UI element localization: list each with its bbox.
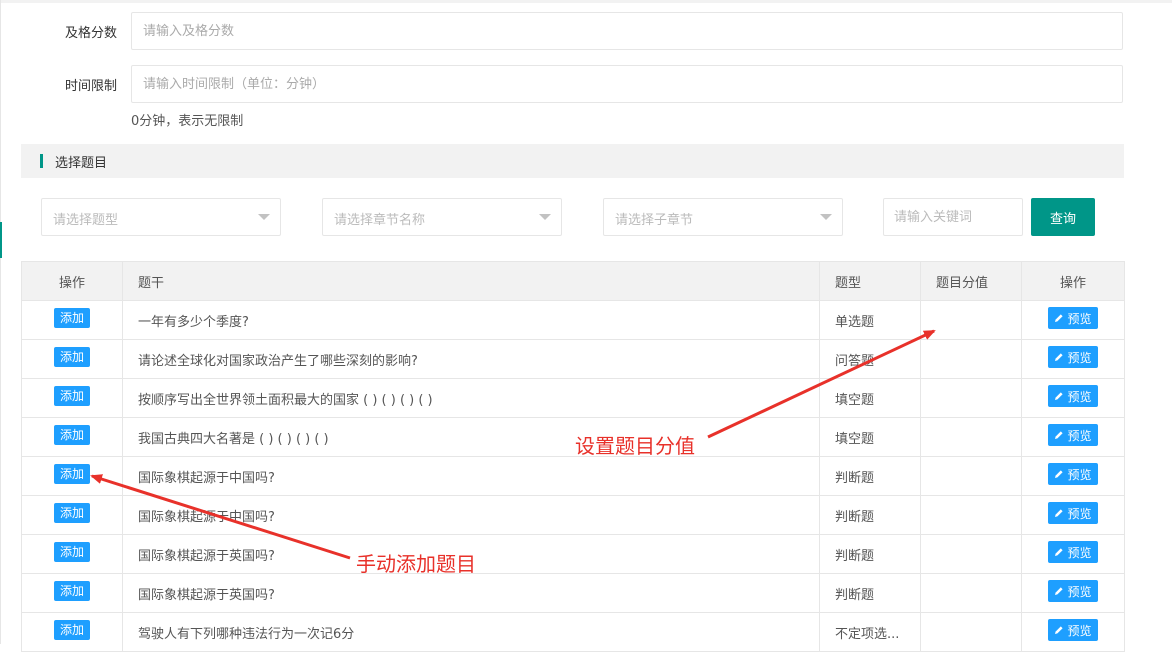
score-annotation-arrow [707, 329, 936, 439]
add-annotation-arrow [90, 474, 351, 560]
score-annotation-label: 设置题目分值 [575, 434, 695, 458]
annotation-arrows [90, 329, 936, 560]
add-annotation-label: 手动添加题目 [356, 552, 476, 576]
